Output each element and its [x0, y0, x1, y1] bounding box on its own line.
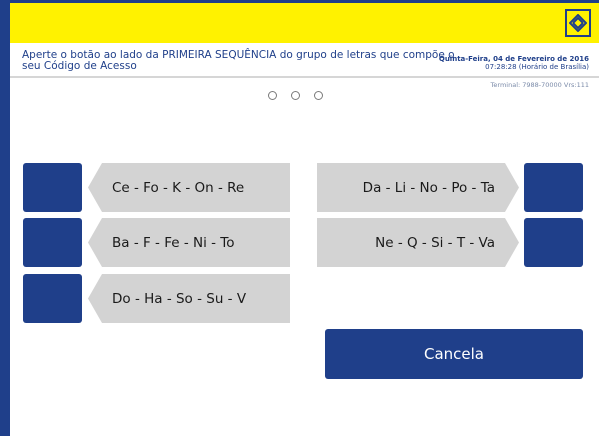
select-button-left-3[interactable]: [23, 274, 82, 323]
option-left-1: Ce - Fo - K - On - Re: [88, 163, 290, 212]
time-line: 07:28:28 (Horário de Brasília): [485, 63, 589, 71]
progress-dot: [268, 91, 277, 100]
option-right-1: Da - Li - No - Po - Ta: [317, 163, 519, 212]
option-left-3: Do - Ha - So - Su - V: [88, 274, 290, 323]
select-button-right-1[interactable]: [524, 163, 583, 212]
header-divider: [10, 76, 599, 78]
progress-dots: [268, 91, 358, 103]
option-right-2: Ne - Q - Si - T - Va: [317, 218, 519, 267]
option-left-2: Ba - F - Fe - Ni - To: [88, 218, 290, 267]
progress-dot: [314, 91, 323, 100]
select-button-left-1[interactable]: [23, 163, 82, 212]
cancel-button[interactable]: Cancela: [325, 329, 583, 379]
atm-screen: Aperte o botão ao lado da PRIMEIRA SEQUÊ…: [10, 3, 599, 436]
top-bar: [10, 3, 599, 43]
select-button-left-2[interactable]: [23, 218, 82, 267]
select-button-right-2[interactable]: [524, 218, 583, 267]
date-line: Quinta-Feira, 04 de Fevereiro de 2016: [438, 55, 589, 63]
terminal-info: Terminal: 7988-70000 Vrs:111: [490, 81, 589, 89]
instruction-text: Aperte o botão ao lado da PRIMEIRA SEQUÊ…: [22, 49, 455, 72]
bank-logo-icon: [565, 9, 591, 37]
progress-dot: [291, 91, 300, 100]
date-time: Quinta-Feira, 04 de Fevereiro de 2016 07…: [439, 55, 589, 71]
